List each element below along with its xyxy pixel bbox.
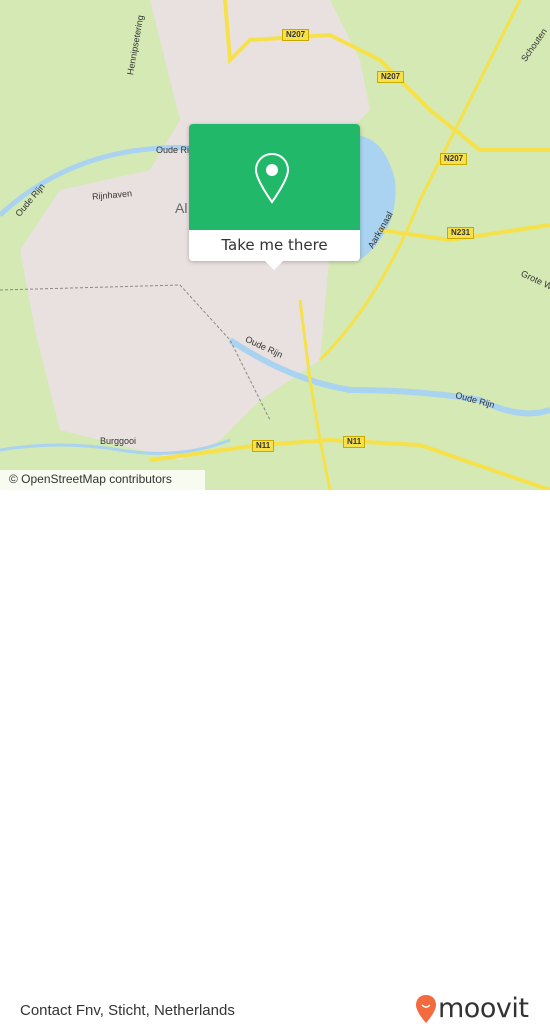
road-shield: N11 xyxy=(343,436,366,448)
map[interactable]: N207 N207 N207 N231 N11 N11 Oude Rijn Ou… xyxy=(0,0,550,490)
moovit-logo: moovit xyxy=(415,993,529,1024)
take-me-there-button[interactable]: Take me there xyxy=(189,230,360,261)
footer: Contact Fnv, Sticht, Netherlands moovit xyxy=(0,490,550,1024)
logo-text: moovit xyxy=(438,993,529,1024)
destination-popup: Take me there xyxy=(189,124,360,270)
road-shield: N11 xyxy=(252,440,275,452)
road-shield: N231 xyxy=(447,227,475,239)
map-pin-icon xyxy=(254,152,290,204)
road-shield: N207 xyxy=(282,29,310,41)
popup-pointer xyxy=(265,261,283,270)
place-name: Contact Fnv, Sticht, Netherlands xyxy=(20,1002,235,1019)
map-attribution[interactable]: © OpenStreetMap contributors xyxy=(0,470,205,490)
road-shield: N207 xyxy=(440,153,468,165)
moovit-pin-icon xyxy=(416,994,436,1023)
popup-header xyxy=(189,124,360,230)
place-label: Al xyxy=(175,200,188,216)
street-label: Burggooi xyxy=(100,436,137,446)
road-shield: N207 xyxy=(377,71,405,83)
